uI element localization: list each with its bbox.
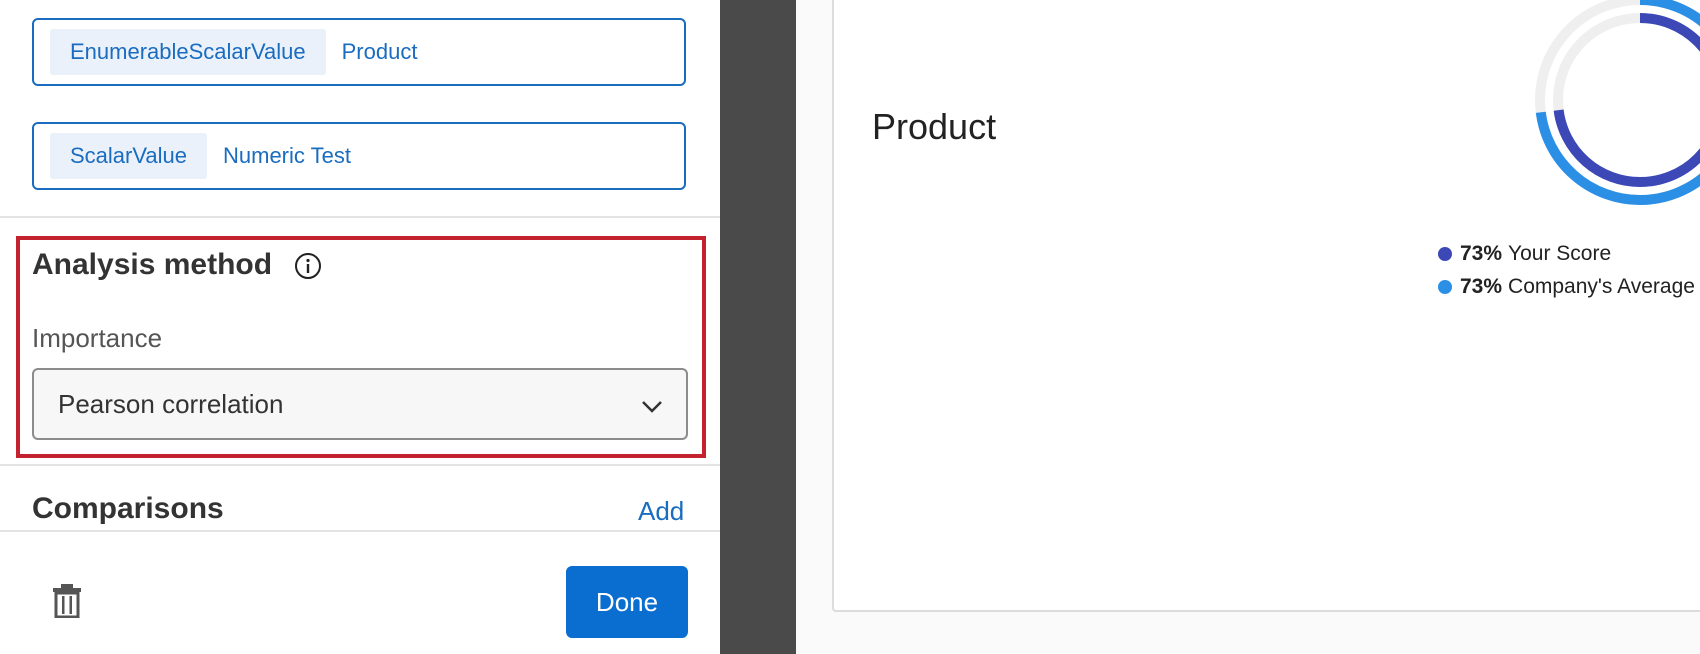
trash-icon[interactable] xyxy=(52,584,82,618)
field-type-tag: EnumerableScalarValue xyxy=(50,29,326,75)
add-comparison-link[interactable]: Add xyxy=(638,496,684,527)
legend-label: Company's Average xyxy=(1508,275,1695,298)
field-value: Numeric Test xyxy=(223,143,351,168)
legend-item-company-average: 73% Company's Average xyxy=(1438,275,1695,299)
legend-item-your-score: 73% Your Score xyxy=(1438,242,1611,266)
legend-value: 73% xyxy=(1460,242,1503,265)
field-scalar-numeric-test[interactable]: ScalarValue Numeric Test xyxy=(32,122,686,190)
panel-separator xyxy=(720,0,796,654)
done-button[interactable]: Done xyxy=(566,566,688,638)
selected-method: Pearson correlation xyxy=(58,388,284,419)
comparisons-title: Comparisons xyxy=(32,492,224,525)
score-donut-chart xyxy=(1535,0,1700,205)
divider xyxy=(0,216,720,218)
legend-dot xyxy=(1438,280,1452,294)
analysis-method-select[interactable]: Pearson correlation xyxy=(32,368,688,440)
importance-label: Importance xyxy=(32,323,163,353)
edit-panel: EnumerableScalarValue Product ScalarValu… xyxy=(0,0,720,654)
info-icon[interactable] xyxy=(294,252,322,280)
field-value: Product xyxy=(341,39,418,64)
legend-dot xyxy=(1438,247,1452,261)
card-title: Product xyxy=(872,106,997,147)
divider xyxy=(0,464,720,466)
divider xyxy=(0,530,720,532)
legend-label: Your Score xyxy=(1508,242,1612,265)
chevron-down-icon xyxy=(642,401,662,413)
legend-value: 73% xyxy=(1460,275,1503,298)
analysis-method-title: Analysis method xyxy=(32,248,273,281)
field-type-tag: ScalarValue xyxy=(50,133,207,179)
field-enumerable-product[interactable]: EnumerableScalarValue Product xyxy=(32,18,686,86)
